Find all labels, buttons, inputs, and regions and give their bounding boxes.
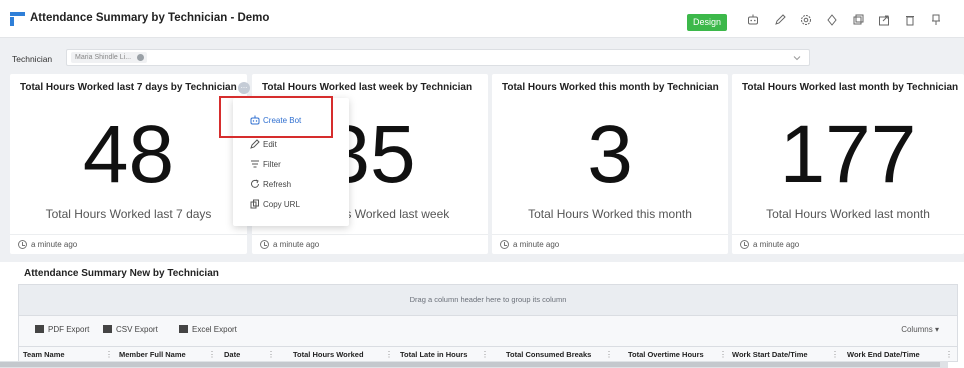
card-value: 3 xyxy=(587,109,633,200)
grid-title: Attendance Summary New by Technician xyxy=(24,268,219,279)
pdf-export-button[interactable]: PDF Export xyxy=(35,325,89,334)
columns-button[interactable]: Columns ▾ xyxy=(901,325,939,334)
last-updated: a minute ago xyxy=(31,240,78,249)
bot-icon[interactable] xyxy=(746,13,760,27)
kpi-card-last-7-days: Total Hours Worked last 7 days by Techni… xyxy=(10,74,250,254)
export-label: Excel Export xyxy=(192,325,237,334)
copy-icon xyxy=(250,199,259,209)
scrollbar-thumb[interactable] xyxy=(0,362,940,367)
delete-icon[interactable] xyxy=(903,13,917,27)
app-logo-icon xyxy=(10,12,25,26)
card-title: Total Hours Worked last 7 days by Techni… xyxy=(20,82,237,93)
horizontal-scrollbar[interactable] xyxy=(0,361,948,368)
csv-icon xyxy=(103,325,112,333)
card-caption: Total Hours Worked last 7 days xyxy=(45,207,212,221)
column-header[interactable]: Work Start Date/Time xyxy=(732,350,808,359)
filter-chip-label: Maria Shindle Li... xyxy=(75,54,132,61)
grid-header-row: Team Name ⋮ Member Full Name ⋮ Date ⋮ To… xyxy=(18,346,958,362)
settings-icon[interactable] xyxy=(799,13,813,27)
filter-bar: Technician Maria Shindle Li... xyxy=(0,44,964,70)
chevron-down-icon[interactable] xyxy=(793,54,801,62)
pdf-icon xyxy=(35,325,44,333)
pin-icon[interactable] xyxy=(929,13,943,27)
menu-item-refresh[interactable]: Refresh xyxy=(233,174,349,194)
clock-icon xyxy=(260,240,269,249)
card-title: Total Hours Worked this month by Technic… xyxy=(502,82,719,93)
column-header[interactable]: Date xyxy=(224,350,240,359)
card-title: Total Hours Worked last week by Technici… xyxy=(262,82,473,93)
design-button[interactable]: Design xyxy=(687,14,727,31)
menu-item-label: Copy URL xyxy=(263,200,300,209)
card-footer: a minute ago xyxy=(732,234,964,254)
attendance-grid-panel: Attendance Summary New by Technician Dra… xyxy=(0,262,964,368)
clock-icon xyxy=(18,240,27,249)
column-menu-icon[interactable]: ⋮ xyxy=(831,350,839,359)
copy-icon[interactable] xyxy=(851,13,865,27)
filter-chip[interactable]: Maria Shindle Li... xyxy=(71,52,148,63)
menu-item-label: Filter xyxy=(263,160,281,169)
filter-label: Technician xyxy=(12,54,53,64)
clock-icon xyxy=(500,240,509,249)
column-menu-icon[interactable]: ⋮ xyxy=(105,350,113,359)
column-header[interactable]: Total Hours Worked xyxy=(293,350,364,359)
menu-item-copy-url[interactable]: Copy URL xyxy=(233,194,349,214)
column-header[interactable]: Team Name xyxy=(23,350,65,359)
clock-icon xyxy=(740,240,749,249)
excel-export-button[interactable]: Excel Export xyxy=(179,325,237,334)
card-value: 177 xyxy=(779,109,917,200)
menu-item-filter[interactable]: Filter xyxy=(233,154,349,174)
card-title: Total Hours Worked last month by Technic… xyxy=(742,82,959,93)
top-bar: Attendance Summary by Technician - Demo … xyxy=(0,0,964,38)
share-icon[interactable] xyxy=(877,13,891,27)
page-title: Attendance Summary by Technician - Demo xyxy=(30,12,270,24)
technician-filter-select[interactable]: Maria Shindle Li... xyxy=(66,49,810,66)
column-menu-icon[interactable]: ⋮ xyxy=(385,350,393,359)
last-updated: a minute ago xyxy=(753,240,800,249)
column-menu-icon[interactable]: ⋮ xyxy=(605,350,613,359)
edit-icon[interactable] xyxy=(773,13,787,27)
card-value: 48 xyxy=(82,109,175,200)
card-caption: Total Hours Worked last month xyxy=(766,207,930,221)
column-menu-icon[interactable]: ⋮ xyxy=(719,350,727,359)
refresh-icon xyxy=(251,179,259,188)
last-updated: a minute ago xyxy=(273,240,320,249)
column-menu-icon[interactable]: ⋮ xyxy=(267,350,275,359)
csv-export-button[interactable]: CSV Export xyxy=(103,325,158,334)
card-caption: Total Hours Worked this month xyxy=(528,207,692,221)
column-header[interactable]: Total Consumed Breaks xyxy=(506,350,591,359)
menu-item-label: Edit xyxy=(263,140,277,149)
column-menu-icon[interactable]: ⋮ xyxy=(208,350,216,359)
export-label: CSV Export xyxy=(116,325,158,334)
edit-icon xyxy=(250,139,260,149)
column-header[interactable]: Member Full Name xyxy=(119,350,186,359)
kpi-card-this-month: Total Hours Worked this month by Technic… xyxy=(492,74,728,254)
menu-item-label: Refresh xyxy=(263,180,292,189)
column-menu-icon[interactable]: ⋮ xyxy=(481,350,489,359)
highlight-annotation xyxy=(219,96,333,138)
card-footer: a minute ago xyxy=(492,234,728,254)
card-footer: a minute ago xyxy=(10,234,247,254)
card-footer: a minute ago xyxy=(252,234,488,254)
remove-chip-icon[interactable] xyxy=(137,54,145,61)
refresh-icon[interactable] xyxy=(825,13,839,27)
group-drop-zone[interactable]: Drag a column header here to group its c… xyxy=(18,284,958,316)
column-header[interactable]: Work End Date/Time xyxy=(847,350,920,359)
last-updated: a minute ago xyxy=(513,240,560,249)
excel-icon xyxy=(179,325,188,333)
filter-icon xyxy=(251,160,259,168)
column-menu-icon[interactable]: ⋮ xyxy=(945,350,953,359)
grid-toolbar: PDF Export CSV Export Excel Export Colum… xyxy=(18,316,958,346)
export-label: PDF Export xyxy=(48,325,90,334)
column-header[interactable]: Total Overtime Hours xyxy=(628,350,704,359)
more-options-button[interactable]: ... xyxy=(238,82,250,94)
kpi-card-last-month: Total Hours Worked last month by Technic… xyxy=(732,74,964,254)
column-header[interactable]: Total Late in Hours xyxy=(400,350,467,359)
